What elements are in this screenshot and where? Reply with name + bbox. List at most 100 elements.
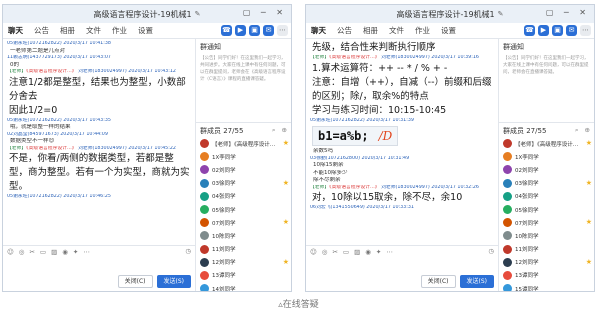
more-tools-icon[interactable]: ⋯ bbox=[386, 248, 393, 256]
edit-icon[interactable]: ✎ bbox=[195, 10, 201, 18]
member-item[interactable]: 04张同学 bbox=[196, 190, 291, 203]
tab-album[interactable]: 相册 bbox=[60, 25, 75, 36]
handwritten-note: /D bbox=[378, 129, 393, 143]
message-text-large: 对，10除以15取余，除不尽，余10 bbox=[312, 192, 463, 203]
video-icon[interactable]: ▶ bbox=[235, 25, 246, 36]
member-item[interactable]: 02刘同学 bbox=[499, 163, 594, 176]
tab-bar: 聊天 公告 相册 文件 作业 设置 ☎ ▶ ▣ ✉ ⋯ bbox=[3, 23, 291, 39]
member-item[interactable]: 04张同学 bbox=[499, 190, 594, 203]
screen-share-icon[interactable]: ▣ bbox=[249, 25, 260, 36]
avatar bbox=[503, 152, 512, 162]
member-item[interactable]: 07刘同学 ★ bbox=[196, 216, 291, 229]
avatar bbox=[503, 165, 512, 175]
member-item[interactable]: 13谭同学 bbox=[499, 269, 594, 282]
chat-window-left: 高级语言程序设计-19机械1 ✎ ▢ ─ ✕ 聊天 公告 相册 文件 作业 设置… bbox=[2, 4, 292, 292]
tab-chat[interactable]: 聊天 bbox=[8, 25, 23, 36]
member-item[interactable]: 1X李同学 bbox=[499, 150, 594, 163]
message-icon[interactable]: ✉ bbox=[263, 25, 274, 36]
member-item[interactable]: 03徐同学 ★ bbox=[499, 177, 594, 190]
member-name: 11刘同学 bbox=[212, 247, 236, 254]
folder-icon[interactable]: ▭ bbox=[40, 248, 46, 256]
tab-homework[interactable]: 作业 bbox=[415, 25, 430, 36]
message-meta: 【老师】《高级语言程序设计…》 刘老师(1830024997) 2020/3/1… bbox=[7, 69, 191, 76]
star-icon: ★ bbox=[585, 218, 592, 227]
scissors-icon[interactable]: ✂ bbox=[332, 248, 337, 256]
more-icon[interactable]: ⋯ bbox=[580, 25, 591, 36]
member-item[interactable]: 12刘同学 ★ bbox=[196, 256, 291, 269]
member-item[interactable]: 02刘同学 bbox=[196, 163, 291, 176]
notice-title: 群通知 bbox=[503, 43, 524, 51]
sender-time: 刘老师(1830024997) 2020/3/17 10:32:26 bbox=[381, 184, 479, 190]
member-item[interactable]: 10陈同学 bbox=[499, 229, 594, 242]
member-item[interactable]: 10陈同学 bbox=[196, 229, 291, 242]
member-item[interactable]: 12刘同学 ★ bbox=[499, 256, 594, 269]
emoji-icon[interactable]: ☺ bbox=[7, 248, 14, 256]
window-controls[interactable]: ▢ ─ ✕ bbox=[243, 8, 287, 17]
member-item[interactable]: 15谭同学 bbox=[499, 282, 594, 291]
avatar bbox=[503, 257, 512, 267]
member-item[interactable]: 【老师】《高级程序设计… ★ bbox=[499, 137, 594, 150]
member-name: 02刘同学 bbox=[212, 167, 236, 174]
video-icon[interactable]: ▶ bbox=[538, 25, 549, 36]
voice-icon[interactable]: ◉ bbox=[365, 248, 371, 256]
tab-notice[interactable]: 公告 bbox=[34, 25, 49, 36]
phone-icon[interactable]: ☎ bbox=[524, 25, 535, 36]
shake-icon[interactable]: ✦ bbox=[73, 248, 78, 256]
voice-icon[interactable]: ◉ bbox=[62, 248, 68, 256]
history-icon[interactable]: ◷ bbox=[488, 247, 494, 255]
window-controls[interactable]: ▢ ─ ✕ bbox=[546, 8, 590, 17]
tab-settings[interactable]: 设置 bbox=[138, 25, 153, 36]
gif-icon[interactable]: ◎ bbox=[322, 248, 328, 256]
history-icon[interactable]: ◷ bbox=[185, 247, 191, 255]
member-item[interactable]: 【老师】《高级程序设计… ★ bbox=[196, 137, 291, 150]
member-item[interactable]: 11刘同学 bbox=[196, 243, 291, 256]
emoji-icon[interactable]: ☺ bbox=[310, 248, 317, 256]
screen-share-icon[interactable]: ▣ bbox=[552, 25, 563, 36]
send-button[interactable]: 发送(S) bbox=[156, 275, 191, 288]
close-button[interactable]: 关闭(C) bbox=[117, 275, 153, 288]
message-text-large: 1.算术运算符：++ -- * / % + - bbox=[312, 62, 448, 74]
sender-name: 《高级语言程序设计…》 bbox=[329, 184, 380, 190]
composer-buttons: 关闭(C) 发送(S) bbox=[420, 275, 494, 288]
tab-chat[interactable]: 聊天 bbox=[311, 25, 326, 36]
image-icon[interactable]: ▨ bbox=[51, 248, 57, 256]
tab-album[interactable]: 相册 bbox=[363, 25, 378, 36]
member-item[interactable]: 05徐同学 bbox=[196, 203, 291, 216]
member-search-icon[interactable]: ⌕ ⊕ bbox=[272, 126, 289, 135]
more-icon[interactable]: ⋯ bbox=[277, 25, 288, 36]
member-item[interactable]: 03徐同学 ★ bbox=[196, 177, 291, 190]
member-item[interactable]: 07刘同学 ★ bbox=[499, 216, 594, 229]
sender-time: 刘老师(1830024997) 2020/3/17 10:39:16 bbox=[381, 55, 479, 60]
image-icon[interactable]: ▨ bbox=[354, 248, 360, 256]
member-item[interactable]: 13谭同学 bbox=[196, 269, 291, 282]
edit-icon[interactable]: ✎ bbox=[498, 10, 504, 18]
close-button[interactable]: 关闭(C) bbox=[420, 275, 456, 288]
tab-files[interactable]: 文件 bbox=[389, 25, 404, 36]
scissors-icon[interactable]: ✂ bbox=[29, 248, 34, 256]
window-title: 高级语言程序设计-19机械1 bbox=[93, 9, 192, 19]
member-list: 【老师】《高级程序设计… ★ 1X李同学 02刘同学 03徐同学 ★ 04张同学 05徐同学 0… bbox=[196, 137, 291, 291]
chat-window-right: 高级语言程序设计-19机械1 ✎ ▢ ─ ✕ 聊天 公告 相册 文件 作业 设置… bbox=[305, 4, 595, 292]
gif-icon[interactable]: ◎ bbox=[19, 248, 25, 256]
tab-homework[interactable]: 作业 bbox=[112, 25, 127, 36]
avatar bbox=[200, 270, 209, 280]
title-bar: 高级语言程序设计-19机械1 ✎ ▢ ─ ✕ bbox=[306, 5, 594, 23]
tab-notice[interactable]: 公告 bbox=[337, 25, 352, 36]
phone-icon[interactable]: ☎ bbox=[221, 25, 232, 36]
members-header: 群成员 27/55 ⌕ ⊕ bbox=[499, 123, 594, 137]
member-search-icon[interactable]: ⌕ ⊕ bbox=[575, 126, 592, 135]
more-tools-icon[interactable]: ⋯ bbox=[83, 248, 90, 256]
shake-icon[interactable]: ✦ bbox=[376, 248, 381, 256]
tab-files[interactable]: 文件 bbox=[86, 25, 101, 36]
send-button[interactable]: 发送(S) bbox=[459, 275, 494, 288]
notice-body: 【公告】同学们好！在这里我们一起学习，大家在线上课中有任何问题，可以在群里提问，… bbox=[503, 56, 589, 75]
tab-settings[interactable]: 设置 bbox=[441, 25, 456, 36]
member-item[interactable]: 05徐同学 bbox=[499, 203, 594, 216]
member-item[interactable]: 14刘同学 bbox=[196, 282, 291, 291]
message-icon[interactable]: ✉ bbox=[566, 25, 577, 36]
member-item[interactable]: 1X李同学 bbox=[196, 150, 291, 163]
tab-bar: 聊天 公告 相册 文件 作业 设置 ☎ ▶ ▣ ✉ ⋯ bbox=[306, 23, 594, 39]
member-item[interactable]: 11刘同学 bbox=[499, 243, 594, 256]
folder-icon[interactable]: ▭ bbox=[343, 248, 349, 256]
avatar bbox=[503, 139, 512, 149]
